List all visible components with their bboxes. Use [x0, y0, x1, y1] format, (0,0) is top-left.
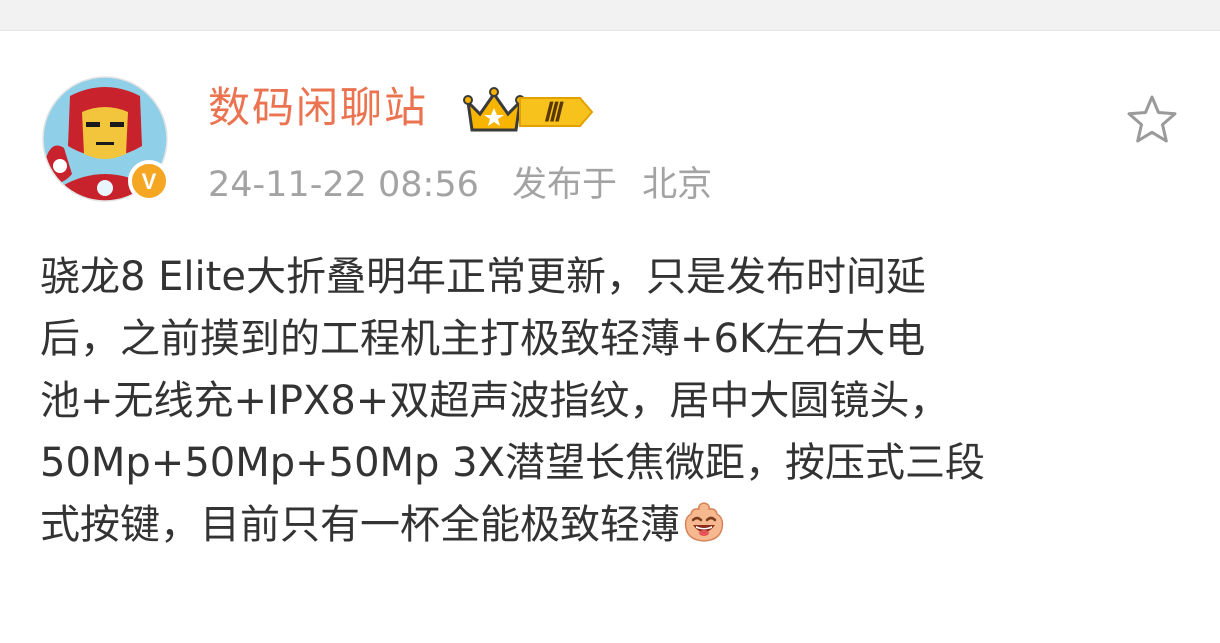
- post-text-line: 50Mp+50Mp+50Mp 3X潜望长焦微距，按压式三段: [40, 440, 985, 486]
- location-label: 发布于: [512, 165, 618, 205]
- post-text-line: 骁龙8 Elite大折叠明年正常更新，只是发布时间延: [40, 254, 926, 300]
- verified-badge-letter: V: [142, 169, 157, 194]
- post-text-line: 池+无线充+IPX8+双超声波指纹，居中大圆镜头，: [40, 378, 950, 424]
- member-level-badge[interactable]: Ⅲ: [462, 84, 596, 136]
- post-text-line: 式按键，目前只有一杯全能极致轻薄: [40, 502, 680, 548]
- post-text-line: 后，之前摸到的工程机主打极致轻薄+6K左右大电: [40, 316, 926, 362]
- laughing-emoji-icon: [682, 500, 726, 544]
- post-timestamp: 24-11-22 08:56: [208, 165, 479, 205]
- favorite-button[interactable]: [1124, 92, 1180, 148]
- author-name[interactable]: 数码闲聊站: [208, 80, 428, 136]
- star-outline-icon: [1127, 95, 1177, 143]
- post-meta: 24-11-22 08:56 发布于 北京: [208, 160, 712, 210]
- post-location: 北京: [642, 165, 713, 205]
- verified-badge-icon: V: [128, 160, 170, 202]
- post-body: 骁龙8 Elite大折叠明年正常更新，只是发布时间延 后，之前摸到的工程机主打极…: [40, 246, 1190, 556]
- top-strip: [0, 0, 1220, 31]
- author-avatar[interactable]: V: [42, 76, 170, 202]
- crown-icon: Ⅲ: [463, 87, 594, 132]
- post-text-last-line: 式按键，目前只有一杯全能极致轻薄: [40, 494, 1190, 556]
- member-level-text: Ⅲ: [543, 98, 564, 127]
